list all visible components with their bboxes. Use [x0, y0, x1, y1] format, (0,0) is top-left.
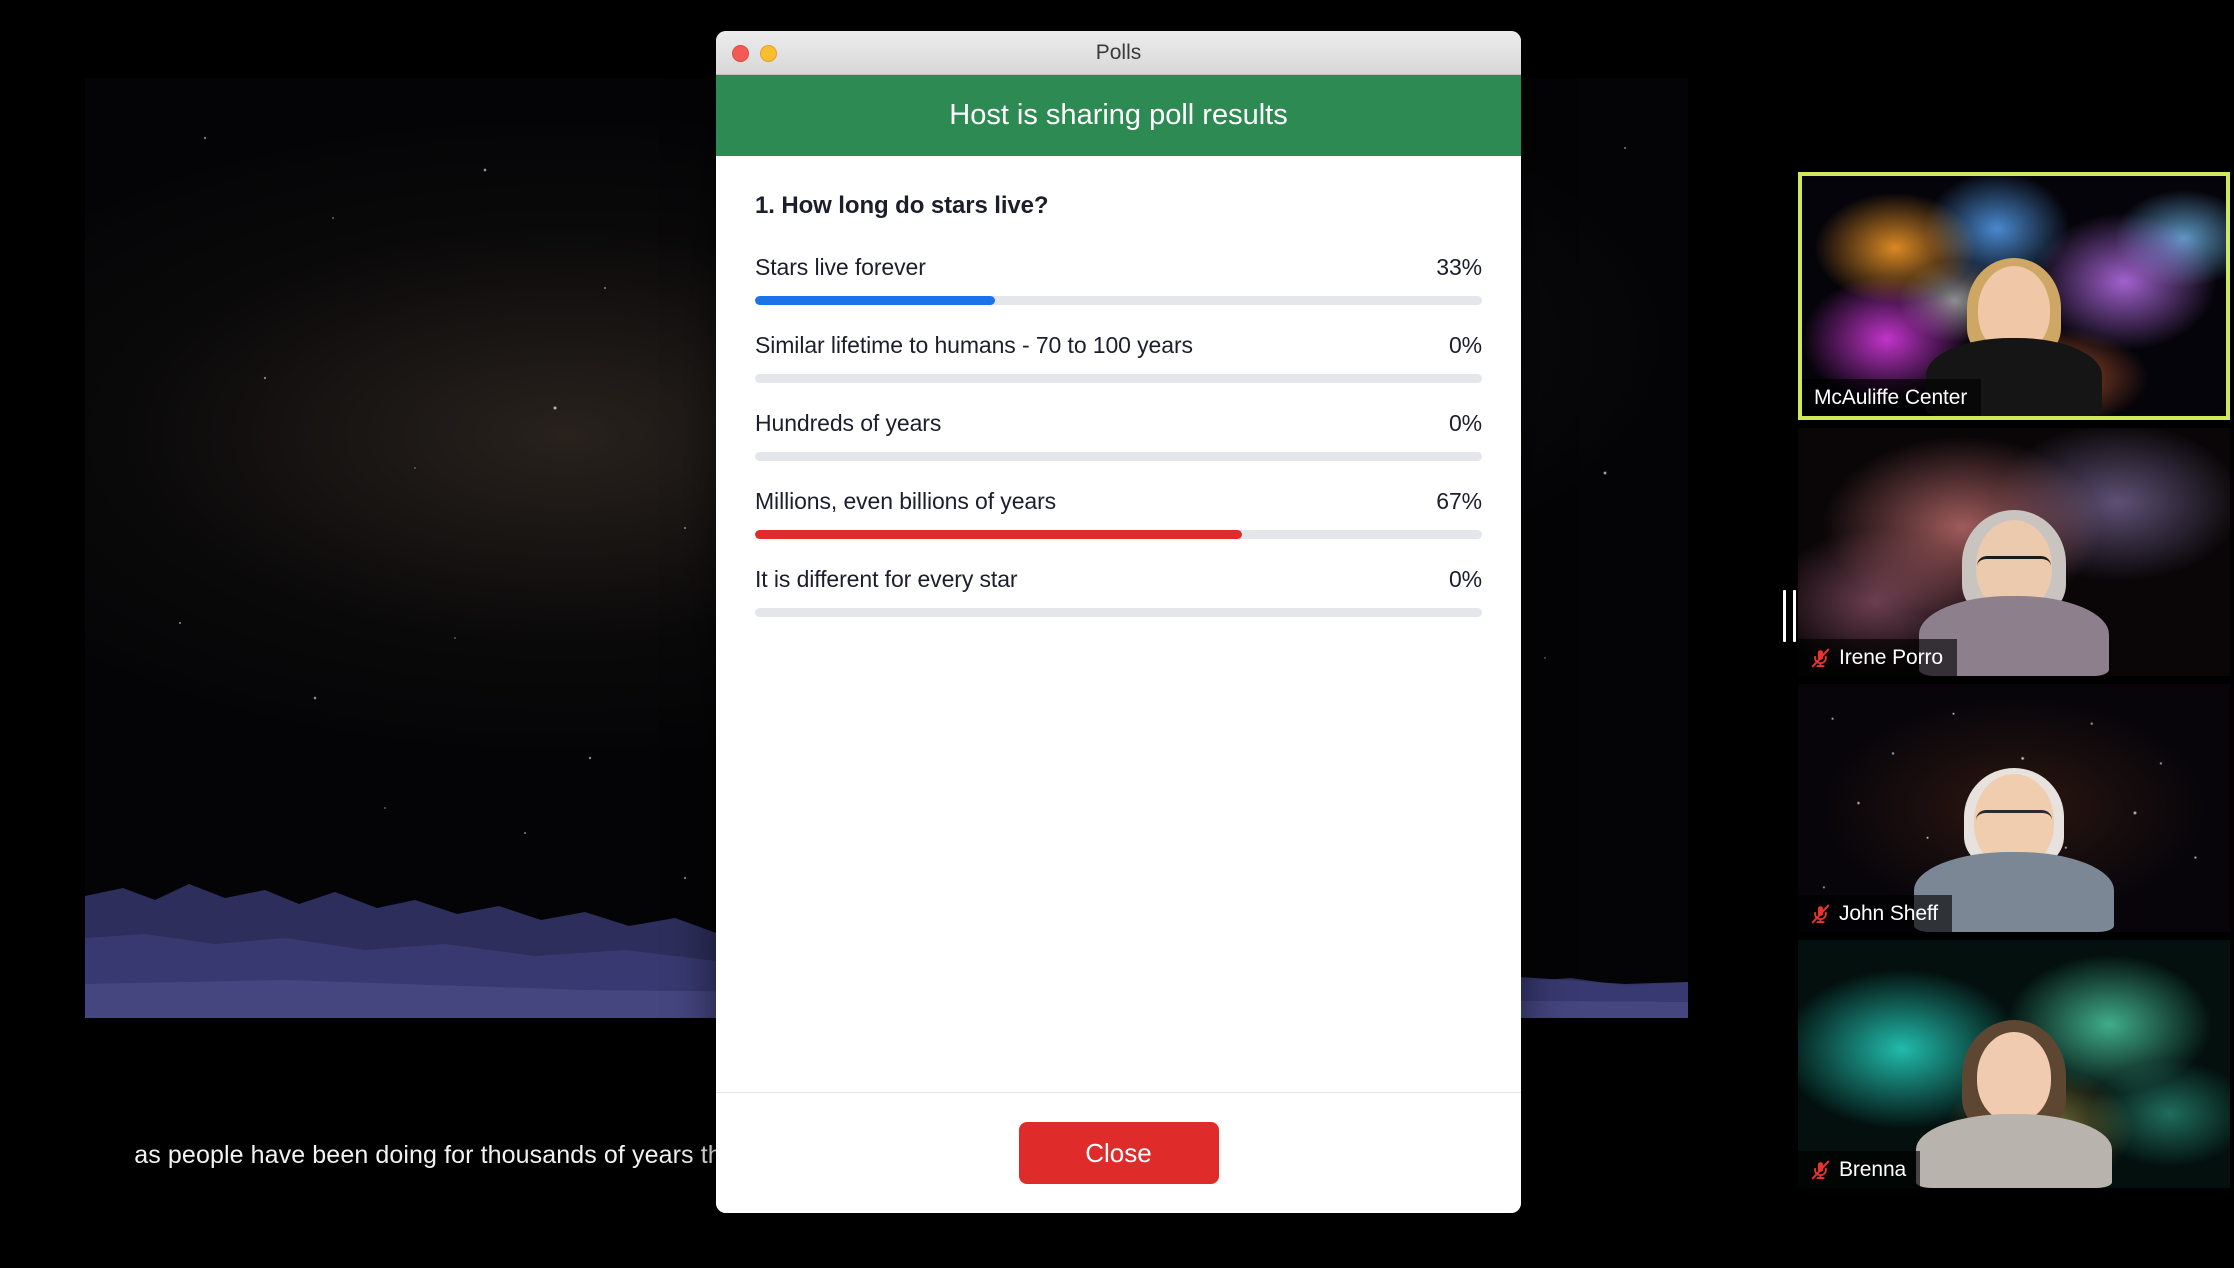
participant-tile-brenna[interactable]: Brenna	[1798, 940, 2230, 1188]
poll-option: It is different for every star 0%	[755, 566, 1482, 617]
polls-titlebar[interactable]: Polls	[716, 31, 1521, 75]
poll-option-row: Millions, even billions of years 67%	[755, 488, 1482, 515]
poll-option-label: Similar lifetime to humans - 70 to 100 y…	[755, 332, 1193, 358]
poll-option-row: Stars live forever 33%	[755, 254, 1482, 281]
poll-option-bar-fill	[755, 296, 995, 305]
participant-tile-john-sheff[interactable]: John Sheff	[1798, 684, 2230, 932]
participant-nameplate: Brenna	[1798, 1151, 1921, 1188]
polls-dialog: Polls Host is sharing poll results 1. Ho…	[716, 31, 1521, 1213]
poll-option-bar-track	[755, 530, 1482, 539]
poll-option-label: Hundreds of years	[755, 410, 942, 436]
poll-option-bar-track	[755, 374, 1482, 383]
close-button[interactable]: Close	[1018, 1122, 1219, 1184]
poll-option-label: It is different for every star	[755, 566, 1018, 592]
poll-option-row: Similar lifetime to humans - 70 to 100 y…	[755, 332, 1482, 359]
participant-avatar	[1919, 510, 2109, 676]
poll-option-percent: 0%	[1448, 410, 1482, 436]
eyeglasses-icon	[1976, 810, 2052, 826]
poll-option-percent: 67%	[1436, 488, 1482, 514]
drag-handle-line	[1793, 590, 1796, 642]
microphone-muted-icon	[1811, 1160, 1830, 1179]
microphone-muted-icon	[1811, 904, 1830, 923]
participant-avatar	[1914, 768, 2114, 932]
window-traffic-lights	[732, 31, 777, 75]
poll-option-bar-track	[755, 296, 1482, 305]
participant-name: Irene Porro	[1839, 645, 1943, 669]
participant-tile-irene-porro[interactable]: Irene Porro	[1798, 428, 2230, 676]
participant-nameplate: Irene Porro	[1798, 639, 1957, 676]
caption-line-1-left: as people have been doing for thousands …	[134, 1141, 756, 1169]
poll-option: Similar lifetime to humans - 70 to 100 y…	[755, 332, 1482, 383]
poll-option-percent: 33%	[1436, 254, 1482, 280]
participant-video-strip: McAuliffe Center Irene Porro John Sheff …	[1798, 172, 2230, 1188]
poll-question: 1. How long do stars live?	[755, 192, 1049, 219]
poll-status-banner: Host is sharing poll results	[716, 75, 1521, 156]
zoom-meeting-window: as people have been doing for thousands …	[0, 0, 2234, 1268]
poll-option: Stars live forever 33%	[755, 254, 1482, 305]
poll-option-percent: 0%	[1448, 566, 1482, 592]
participant-name: McAuliffe Center	[1814, 385, 1968, 409]
poll-option-bar-fill	[755, 530, 1243, 539]
microphone-muted-icon	[1811, 648, 1830, 667]
poll-option-row: Hundreds of years 0%	[755, 410, 1482, 437]
poll-option-percent: 0%	[1448, 332, 1482, 358]
poll-option-bar-track	[755, 452, 1482, 461]
poll-results-body: 1. How long do stars live? Stars live fo…	[716, 156, 1521, 1092]
poll-option: Hundreds of years 0%	[755, 410, 1482, 461]
drag-handle-line	[1783, 590, 1786, 642]
poll-option-label: Stars live forever	[755, 254, 926, 280]
poll-option: Millions, even billions of years 67%	[755, 488, 1482, 539]
window-close-icon[interactable]	[732, 44, 749, 62]
poll-option-row: It is different for every star 0%	[755, 566, 1482, 593]
video-strip-drag-handle[interactable]	[1783, 590, 1796, 642]
participant-tile-mcauliffe-center[interactable]: McAuliffe Center	[1798, 172, 2230, 420]
poll-option-label: Millions, even billions of years	[755, 488, 1057, 514]
window-title: Polls	[1095, 40, 1142, 64]
participant-nameplate: John Sheff	[1798, 895, 1953, 932]
polls-dialog-footer: Close	[716, 1092, 1521, 1213]
window-minimize-icon[interactable]	[760, 44, 777, 62]
participant-nameplate: McAuliffe Center	[1802, 379, 1982, 416]
participant-name: Brenna	[1839, 1157, 1907, 1181]
poll-option-bar-track	[755, 608, 1482, 617]
participant-avatar	[1916, 1020, 2112, 1188]
participant-name: John Sheff	[1839, 901, 1939, 925]
eyeglasses-icon	[1977, 556, 2051, 572]
